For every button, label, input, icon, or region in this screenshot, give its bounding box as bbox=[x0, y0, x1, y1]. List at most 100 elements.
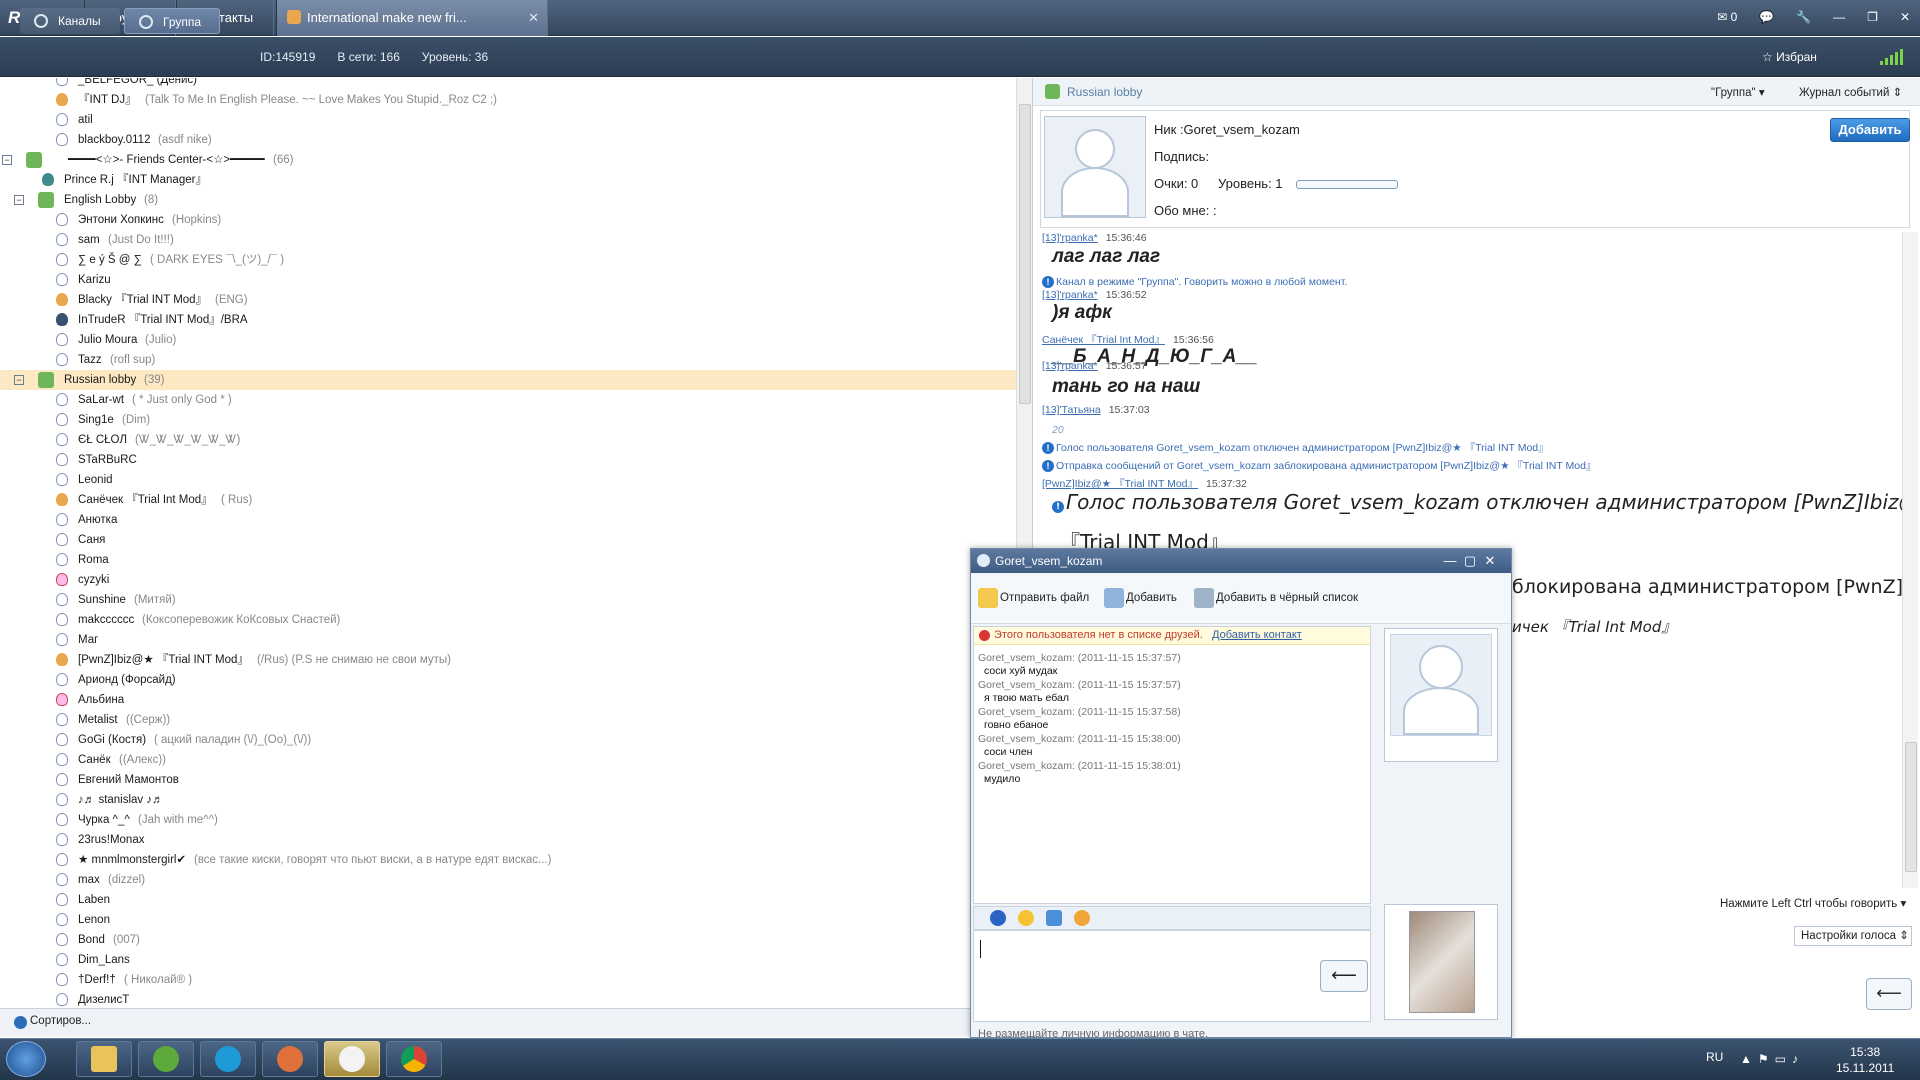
channel-user[interactable]: Евгений Мамонтов bbox=[0, 770, 1016, 790]
blacklist-button[interactable]: Добавить в чёрный список bbox=[1216, 592, 1358, 604]
channel-user[interactable]: Санёчек 『Trial Int Mod』 ( Rus) bbox=[0, 490, 1016, 510]
collapse-icon[interactable]: − bbox=[14, 375, 24, 385]
channel-user[interactable]: ЄŁ CŁOЛ (Ꮤ_Ꮤ_Ꮤ_Ꮤ_Ꮤ_Ꮤ) bbox=[0, 430, 1016, 450]
favorites-button[interactable]: ☆ Избран bbox=[1762, 50, 1817, 64]
channel-node[interactable]: − Russian lobby (39) bbox=[0, 370, 1016, 390]
close-icon[interactable]: ✕ bbox=[528, 0, 539, 36]
chat-author-link[interactable]: [PwnZ]Ibiz@★ 『Trial INT Mod』 bbox=[1042, 478, 1198, 490]
voice-settings-select[interactable]: Настройки голоса ⇕ bbox=[1794, 926, 1912, 946]
channel-user[interactable]: max (dizzel) bbox=[0, 870, 1016, 890]
taskbar-explorer[interactable] bbox=[76, 1041, 132, 1077]
tray-icons[interactable]: ▲⚑▭♪ bbox=[1740, 1052, 1804, 1066]
add-contact-link[interactable]: Добавить контакт bbox=[1212, 629, 1302, 641]
channel-user[interactable]: Metalist ((Серж)) bbox=[0, 710, 1016, 730]
channel-user[interactable]: cyzyki bbox=[0, 570, 1016, 590]
taskbar-firefox[interactable] bbox=[262, 1041, 318, 1077]
channel-user[interactable]: SaLar-wt ( * Just only God * ) bbox=[0, 390, 1016, 410]
channel-user[interactable]: Чурка ^_^ (Jah with me^^) bbox=[0, 810, 1016, 830]
send-button[interactable]: ⟵ bbox=[1866, 978, 1912, 1010]
chat-author-link[interactable]: [13]'rpanka* bbox=[1042, 289, 1098, 301]
maximize-icon[interactable]: ❐ bbox=[1867, 10, 1878, 24]
push-to-talk-hint[interactable]: Нажмите Left Ctrl чтобы говорить ▾ bbox=[1720, 896, 1906, 910]
channel-user[interactable]: ДизелисТ bbox=[0, 990, 1016, 1008]
tab-international[interactable]: International make new fri... ✕ bbox=[276, 0, 548, 36]
channel-user[interactable]: Анютка bbox=[0, 510, 1016, 530]
channel-user[interactable]: 『INT DJ』 (Talk To Me In English Please. ~… bbox=[0, 90, 1016, 110]
channel-user[interactable]: sam (Just Do It!!!) bbox=[0, 230, 1016, 250]
scroll-thumb[interactable] bbox=[1019, 104, 1031, 404]
channel-user[interactable]: ★ mnmlmonstergirl✔ (все такие киски, гово… bbox=[0, 850, 1016, 870]
taskbar-utorrent[interactable] bbox=[138, 1041, 194, 1077]
channel-user[interactable]: Lenon bbox=[0, 910, 1016, 930]
channel-user[interactable]: InTrudeR 『Trial INT Mod』/BRA bbox=[0, 310, 1016, 330]
channel-user[interactable]: Blacky 『Trial INT Mod』 (ENG) bbox=[0, 290, 1016, 310]
sort-button[interactable]: Сортиров... bbox=[30, 1015, 91, 1027]
channel-user[interactable]: Bond (007) bbox=[0, 930, 1016, 950]
collapse-icon[interactable]: − bbox=[2, 155, 12, 165]
channel-user[interactable]: Энтони Хопкинс (Hopkins) bbox=[0, 210, 1016, 230]
channel-user[interactable]: ∑ e ý Š @ ∑ ( DARK EYES ¯\_(ツ)_/¯ ) bbox=[0, 250, 1016, 270]
mail-icon[interactable]: ✉ 0 bbox=[1717, 10, 1737, 24]
taskbar-raidcall[interactable] bbox=[324, 1041, 380, 1077]
channel-user[interactable]: Prince R.j 『INT Manager』 bbox=[0, 170, 1016, 190]
collapse-icon[interactable]: − bbox=[14, 195, 24, 205]
start-button[interactable] bbox=[6, 1041, 46, 1077]
chat-author-link[interactable]: [13]'rpanka* bbox=[1042, 232, 1098, 244]
add-friend-button[interactable]: Добавить bbox=[1830, 118, 1910, 142]
channel-user[interactable]: Арионд (Форсайд) bbox=[0, 670, 1016, 690]
close-window-icon[interactable]: ✕ bbox=[1900, 10, 1910, 24]
channel-user[interactable]: Dim_Lans bbox=[0, 950, 1016, 970]
add-contact-button[interactable]: Добавить bbox=[1126, 592, 1177, 604]
minimize-icon[interactable]: — bbox=[1833, 10, 1845, 24]
chat-icon[interactable]: 💬 bbox=[1759, 10, 1774, 24]
channel-user[interactable]: Sing1e (Dim) bbox=[0, 410, 1016, 430]
close-icon[interactable]: ✕ bbox=[1480, 549, 1500, 573]
send-file-button[interactable]: Отправить файл bbox=[1000, 592, 1089, 604]
tab-group[interactable]: Группа bbox=[124, 8, 220, 34]
channel-node[interactable]: − English Lobby (8) bbox=[0, 190, 1016, 210]
channel-user[interactable]: [PwnZ]Ibiz@★ 『Trial INT Mod』 (/Rus) (P.S … bbox=[0, 650, 1016, 670]
channel-user[interactable]: Альбина bbox=[0, 690, 1016, 710]
channel-user[interactable]: Karizu bbox=[0, 270, 1016, 290]
private-chat-title[interactable]: Goret_vsem_kozam bbox=[971, 549, 1511, 573]
font-icon[interactable] bbox=[990, 910, 1006, 926]
settings-icon[interactable]: 🔧 bbox=[1796, 10, 1811, 24]
channel-user[interactable]: Маг bbox=[0, 630, 1016, 650]
channel-node[interactable]: − ━━━━<☆>- Friends Center-<☆>━━━━━ (66) bbox=[0, 150, 1016, 170]
taskbar-chrome[interactable] bbox=[386, 1041, 442, 1077]
sort-icon[interactable] bbox=[14, 1016, 27, 1029]
language-indicator[interactable]: RU bbox=[1706, 1050, 1723, 1064]
screenshot-icon[interactable] bbox=[1046, 910, 1062, 926]
channel-user[interactable]: atil bbox=[0, 110, 1016, 130]
channel-user[interactable]: makcccccc (Коксоперевожик КоКсовых Снасте… bbox=[0, 610, 1016, 630]
chat-author-link[interactable]: [13]'Татьяна bbox=[1042, 404, 1101, 416]
channel-user[interactable]: Tazz (rofl sup) bbox=[0, 350, 1016, 370]
channel-user[interactable]: Санёк ((Алекс)) bbox=[0, 750, 1016, 770]
message-input[interactable] bbox=[973, 930, 1371, 1022]
chat-author-link[interactable]: Санёчек 『Trial Int Mod』 bbox=[1042, 334, 1165, 346]
channel-user[interactable]: ♪♬ stanislav ♪♬ bbox=[0, 790, 1016, 810]
nudge-icon[interactable] bbox=[1074, 910, 1090, 926]
channel-user[interactable]: blackboy.0112 (asdf nike) bbox=[0, 130, 1016, 150]
channel-user[interactable]: Laben bbox=[0, 890, 1016, 910]
chat-scrollbar[interactable] bbox=[1902, 232, 1918, 888]
taskbar-skype[interactable] bbox=[200, 1041, 256, 1077]
channel-user[interactable]: _BELFEGOR_ (Денис) bbox=[0, 78, 1016, 90]
maximize-icon[interactable]: ▢ bbox=[1460, 549, 1480, 573]
clock[interactable]: 15:38 15.11.2011 bbox=[1836, 1044, 1894, 1076]
channel-user[interactable]: Саня bbox=[0, 530, 1016, 550]
channel-user[interactable]: 23rus!Monax bbox=[0, 830, 1016, 850]
channel-user[interactable]: †Derf!† ( Николай® ) bbox=[0, 970, 1016, 990]
chat-author-link[interactable]: [13]'rpanka* bbox=[1042, 360, 1098, 372]
channel-user[interactable]: Roma bbox=[0, 550, 1016, 570]
send-message-button[interactable]: ⟵ bbox=[1320, 960, 1368, 992]
channel-user[interactable]: Sunshine (Митяй) bbox=[0, 590, 1016, 610]
tab-channels[interactable]: Каналы bbox=[20, 8, 120, 34]
event-log-select[interactable]: Журнал событий ⇕ bbox=[1799, 85, 1902, 99]
group-mode-select[interactable]: "Группа" ▾ bbox=[1711, 85, 1765, 99]
channel-tree[interactable]: _BELFEGOR_ (Денис) 『INT DJ』 (Talk To Me In… bbox=[0, 78, 1016, 1008]
minimize-icon[interactable]: — bbox=[1440, 549, 1460, 573]
scroll-thumb[interactable] bbox=[1905, 742, 1917, 872]
channel-user[interactable]: Leonid bbox=[0, 470, 1016, 490]
channel-user[interactable]: STaRBuRC bbox=[0, 450, 1016, 470]
